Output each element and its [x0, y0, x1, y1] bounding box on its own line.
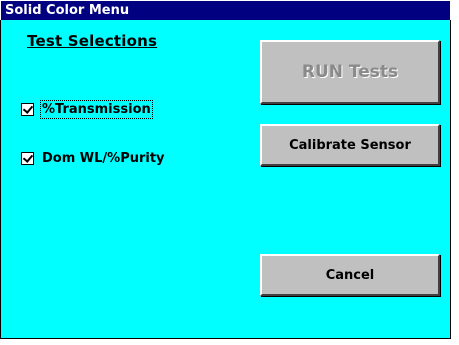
calibrate-sensor-label: Calibrate Sensor	[289, 137, 411, 153]
run-tests-button: RUN Tests	[260, 40, 440, 104]
calibrate-sensor-button[interactable]: Calibrate Sensor	[260, 124, 440, 166]
transmission-checkbox[interactable]	[21, 103, 34, 116]
test-selections-heading: Test Selections	[27, 32, 158, 50]
run-tests-label: RUN Tests	[301, 62, 399, 82]
transmission-checkbox-row[interactable]: %Transmission	[21, 100, 153, 119]
dom-wl-purity-checkbox-row[interactable]: Dom WL/%Purity	[21, 151, 165, 166]
title-bar[interactable]: Solid Color Menu	[1, 1, 450, 20]
dom-wl-purity-label[interactable]: Dom WL/%Purity	[42, 151, 165, 166]
dom-wl-purity-checkbox[interactable]	[21, 152, 34, 165]
solid-color-menu-window: Solid Color Menu Test Selections %Transm…	[0, 0, 451, 339]
window-title: Solid Color Menu	[5, 3, 130, 18]
cancel-label: Cancel	[325, 267, 375, 283]
cancel-button[interactable]: Cancel	[260, 254, 440, 296]
transmission-label[interactable]: %Transmission	[40, 100, 153, 119]
